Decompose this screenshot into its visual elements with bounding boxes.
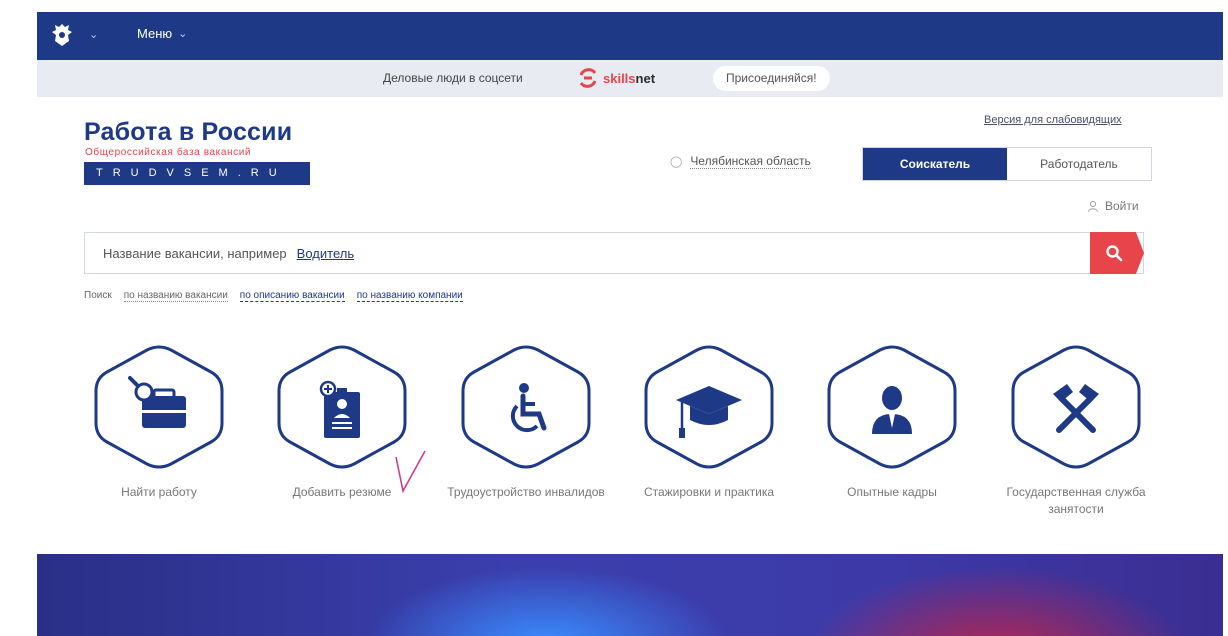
search-by-description-option[interactable]: по описанию вакансии: [239, 290, 345, 302]
chevron-down-icon[interactable]: ⌄: [89, 28, 98, 41]
category-label: Найти работу: [121, 485, 197, 499]
role-employer-button[interactable]: Работодатель: [1007, 148, 1151, 180]
graduation-cap-icon: [644, 345, 774, 469]
search-placeholder: Название вакансии, например Водитель: [103, 246, 354, 261]
wheelchair-icon: [461, 345, 591, 469]
hero-banner: [37, 554, 1223, 636]
user-icon: [1088, 201, 1098, 212]
top-navbar-bar: ⌄ Меню ⌄: [37, 12, 1223, 60]
search-options-label: Поиск: [84, 290, 112, 301]
promo-text: Деловые люди в соцсети: [383, 71, 523, 85]
promo-strip: Деловые люди в соцсети skills net Присоед…: [37, 60, 1223, 97]
category-find-job[interactable]: Найти работу: [79, 342, 239, 501]
brand-part1: skills: [603, 70, 636, 86]
hammers-icon: [1011, 345, 1141, 469]
emblem-icon[interactable]: [51, 22, 73, 48]
category-internships[interactable]: Стажировки и практика: [629, 342, 789, 501]
login-label: Войти: [1105, 199, 1139, 213]
category-experienced-staff[interactable]: Опытные кадры: [812, 342, 972, 501]
category-label: Трудоустройство инвалидов: [447, 485, 605, 499]
logo-subtitle: Общероссийская база вакансий: [85, 147, 252, 158]
menu-button[interactable]: Меню ⌄: [137, 26, 187, 41]
category-label: Опытные кадры: [847, 485, 937, 499]
search-icon: [1106, 245, 1123, 262]
category-state-employment-service[interactable]: Государственная служба занятости: [996, 342, 1156, 518]
briefcase-search-icon: [94, 345, 224, 469]
location-pin-icon: ◯: [670, 156, 683, 168]
region-selector[interactable]: ◯ Челябинская область: [670, 154, 811, 169]
search-input[interactable]: Название вакансии, например Водитель: [84, 232, 1144, 274]
search-button[interactable]: [1090, 232, 1144, 274]
skillsnet-icon: [579, 68, 597, 88]
category-label: Государственная служба занятости: [1006, 485, 1146, 516]
person-icon: [827, 345, 957, 469]
role-jobseeker-button[interactable]: Соискатель: [863, 148, 1007, 180]
search-example-link[interactable]: Водитель: [297, 246, 354, 261]
region-label: Челябинская область: [690, 154, 811, 169]
logo-domain: TRUDVSEM.RU: [84, 162, 310, 185]
logo-title[interactable]: Работа в России: [84, 118, 292, 147]
search-placeholder-text: Название вакансии, например: [103, 246, 287, 261]
category-label: Стажировки и практика: [643, 485, 775, 499]
category-disabled-employment[interactable]: Трудоустройство инвалидов: [446, 342, 606, 501]
chevron-down-icon: ⌄: [178, 28, 188, 40]
top-navbar: ⌄ Меню ⌄: [0, 0, 1228, 60]
role-toggle: Соискатель Работодатель: [862, 147, 1152, 181]
brand-part2: net: [635, 70, 656, 86]
checkmark-icon: [395, 450, 426, 494]
search-by-title-option[interactable]: по названию вакансии: [123, 290, 228, 302]
menu-label: Меню: [137, 26, 173, 41]
search-options: Поиск по названию вакансии по описанию в…: [84, 290, 463, 302]
skillsnet-logo[interactable]: skills net: [577, 67, 655, 89]
accessibility-version-link[interactable]: Версия для слабовидящих: [984, 114, 1122, 126]
login-link[interactable]: Войти: [1087, 199, 1139, 213]
join-button[interactable]: Присоединяйся!: [713, 66, 830, 91]
search-by-company-option[interactable]: по названию компании: [356, 290, 463, 302]
